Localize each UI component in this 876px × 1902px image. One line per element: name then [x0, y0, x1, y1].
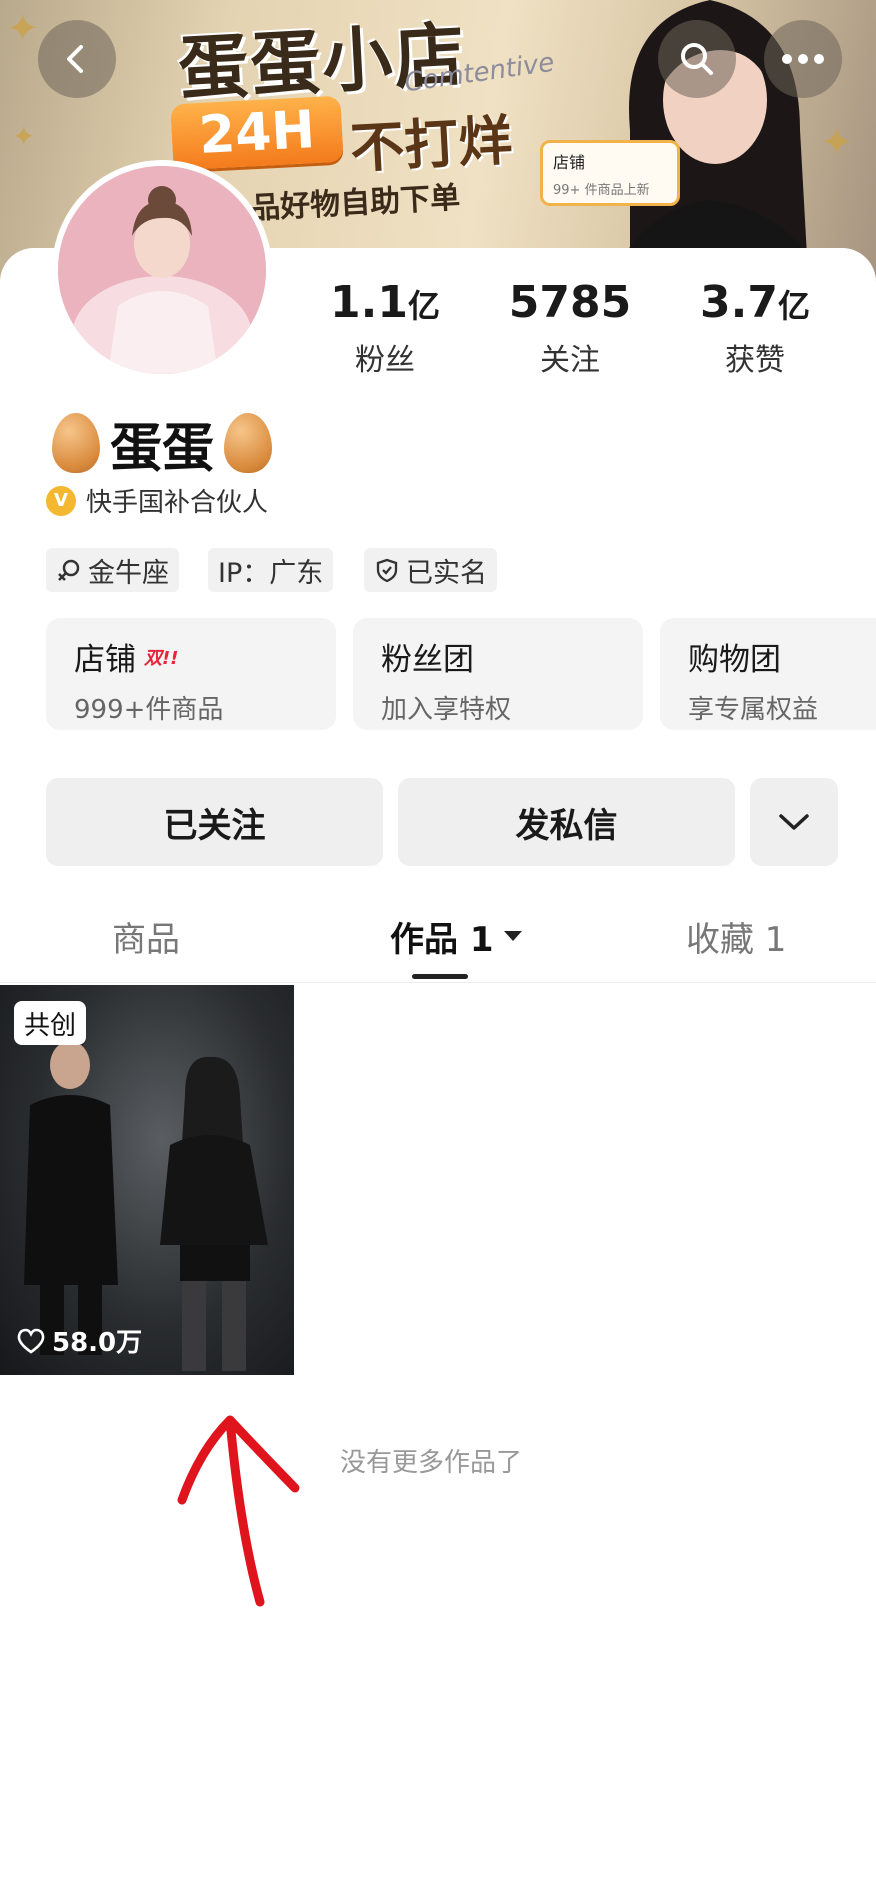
- shopping-group-card[interactable]: 购物团 享专属权益: [660, 618, 876, 730]
- taurus-icon: [58, 559, 80, 581]
- chip-verified: 已实名: [364, 548, 497, 592]
- shop-card-tag: 双!!: [144, 647, 179, 669]
- avatar[interactable]: [52, 160, 272, 380]
- chip-label: 金牛座: [88, 557, 169, 589]
- search-button[interactable]: [658, 20, 736, 98]
- stat-value: 3.7: [700, 277, 778, 328]
- video-like-count: 58.0万: [16, 1322, 142, 1359]
- like-count-text: 58.0万: [52, 1328, 143, 1358]
- shop-card-subtitle: 999+件商品: [74, 695, 224, 725]
- profile-name: 蛋蛋: [110, 418, 215, 479]
- banner-shop-bubble: 店铺 99+ 件商品上新: [540, 140, 680, 206]
- banner-no-closing: 不打烊: [348, 108, 514, 181]
- banner-24h-badge: 24H: [170, 95, 344, 171]
- stat-following[interactable]: 5785 关注: [485, 278, 655, 379]
- fan-club-card-subtitle: 加入享特权: [381, 695, 512, 725]
- more-dots-icon: [782, 54, 824, 64]
- stat-value: 5785: [508, 277, 632, 328]
- banner-subtitle: 品好物自助下单: [249, 180, 461, 227]
- shop-card-title: 店铺: [74, 642, 136, 678]
- fan-club-card-title: 粉丝团: [381, 642, 474, 678]
- message-button[interactable]: 发私信: [398, 778, 735, 866]
- egg-icon: [52, 413, 100, 473]
- verified-icon: V: [46, 485, 76, 516]
- partner-badge-row[interactable]: V 快手国补合伙人: [46, 482, 268, 519]
- red-arrow-annotation: [177, 1415, 300, 1607]
- shop-card[interactable]: 店铺 双!! 999+件商品: [46, 618, 336, 730]
- chevron-left-icon: [67, 45, 83, 73]
- chip-ip-location: IP：广东: [208, 548, 334, 592]
- partner-text: 快手国补合伙人: [86, 488, 269, 518]
- stat-likes[interactable]: 3.7亿 获赞: [670, 278, 840, 379]
- bubble-title: 店铺: [553, 153, 586, 172]
- no-more-works-text: 没有更多作品了: [340, 1448, 523, 1478]
- profile-name-row: 蛋蛋: [52, 410, 273, 479]
- stat-followers[interactable]: 1.1亿 粉丝: [300, 278, 470, 379]
- shield-check-icon: [376, 558, 398, 583]
- stat-unit: 亿: [777, 287, 810, 325]
- sparkle-decoration: ✦: [6, 6, 40, 52]
- egg-icon: [224, 413, 273, 473]
- shopping-group-card-title: 购物团: [688, 642, 781, 678]
- more-button[interactable]: [764, 20, 842, 98]
- caret-down-icon: [503, 931, 522, 941]
- stat-label: 关注: [540, 343, 600, 378]
- avatar-image: [58, 166, 266, 374]
- stat-value: 1.1: [330, 277, 408, 328]
- bubble-subtitle: 99+ 件商品上新: [553, 183, 650, 198]
- back-button[interactable]: [38, 20, 116, 98]
- chip-zodiac: 金牛座: [46, 548, 179, 592]
- stat-unit: 亿: [407, 287, 440, 325]
- chevron-down-icon: [779, 814, 809, 830]
- divider: [0, 982, 876, 983]
- stat-label: 粉丝: [355, 343, 415, 378]
- sparkle-decoration: ✦: [12, 120, 36, 153]
- tab-active-indicator: [412, 974, 468, 979]
- chip-label: 已实名: [406, 557, 487, 589]
- tab-favorites[interactable]: 收藏 1: [686, 908, 786, 964]
- fan-club-card[interactable]: 粉丝团 加入享特权: [353, 618, 643, 730]
- heart-icon: [17, 1328, 45, 1354]
- expand-button[interactable]: [750, 778, 838, 866]
- chip-label: IP：广东: [218, 557, 324, 589]
- co-creation-badge: 共创: [14, 1001, 87, 1045]
- followed-button[interactable]: 已关注: [46, 778, 383, 866]
- tab-works[interactable]: 作品 1: [390, 908, 524, 964]
- video-thumbnail[interactable]: 共创 58.0万: [0, 985, 294, 1375]
- tab-works-label: 作品 1: [390, 919, 494, 960]
- shopping-group-card-subtitle: 享专属权益: [688, 695, 819, 725]
- search-icon: [681, 43, 713, 75]
- stat-label: 获赞: [725, 343, 785, 378]
- tab-goods[interactable]: 商品: [112, 908, 180, 964]
